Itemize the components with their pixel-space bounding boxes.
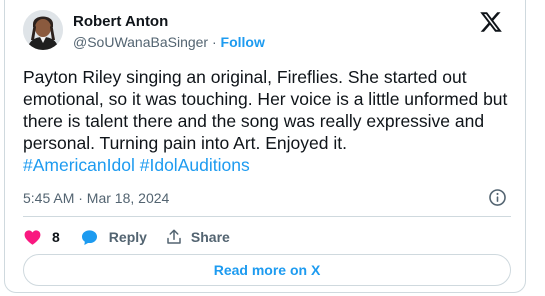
tweet-body: Payton Riley singing an original, Firefl… [23,67,508,153]
heart-icon [24,229,41,245]
avatar[interactable] [23,10,63,50]
info-icon[interactable] [488,188,507,207]
author-name[interactable]: Robert Anton [73,12,265,32]
follow-button[interactable]: Follow [221,34,265,50]
x-logo-icon[interactable] [479,10,503,34]
tweet-text: Payton Riley singing an original, Firefl… [23,66,519,176]
reply-button[interactable]: Reply [80,228,165,247]
divider [23,216,511,217]
hashtag-link[interactable]: #IdolAuditions [140,155,250,175]
handle-row: @SoUWanaBaSinger · Follow [73,32,265,52]
tweet-timestamp[interactable]: 5:45 AM · Mar 18, 2024 [23,189,169,207]
hashtag-link[interactable]: #AmericanIdol [23,155,135,175]
avatar-image [23,10,63,50]
like-count: 8 [52,229,60,245]
share-label: Share [190,229,230,245]
share-icon [167,229,181,244]
read-more-button[interactable]: Read more on X [23,254,511,286]
tweet-header: Robert Anton @SoUWanaBaSinger · Follow [23,10,511,58]
handle-separator: · [208,34,221,50]
share-button[interactable]: Share [165,228,230,246]
reply-label: Reply [108,229,147,245]
tweet-embed-card: Robert Anton @SoUWanaBaSinger · Follow P… [4,0,526,293]
user-info: Robert Anton @SoUWanaBaSinger · Follow [73,12,265,52]
tweet-actions: 8 Reply Share [23,227,230,247]
author-handle[interactable]: @SoUWanaBaSinger [73,34,208,50]
reply-bubble-icon [81,229,97,245]
like-button[interactable]: 8 [23,228,80,247]
